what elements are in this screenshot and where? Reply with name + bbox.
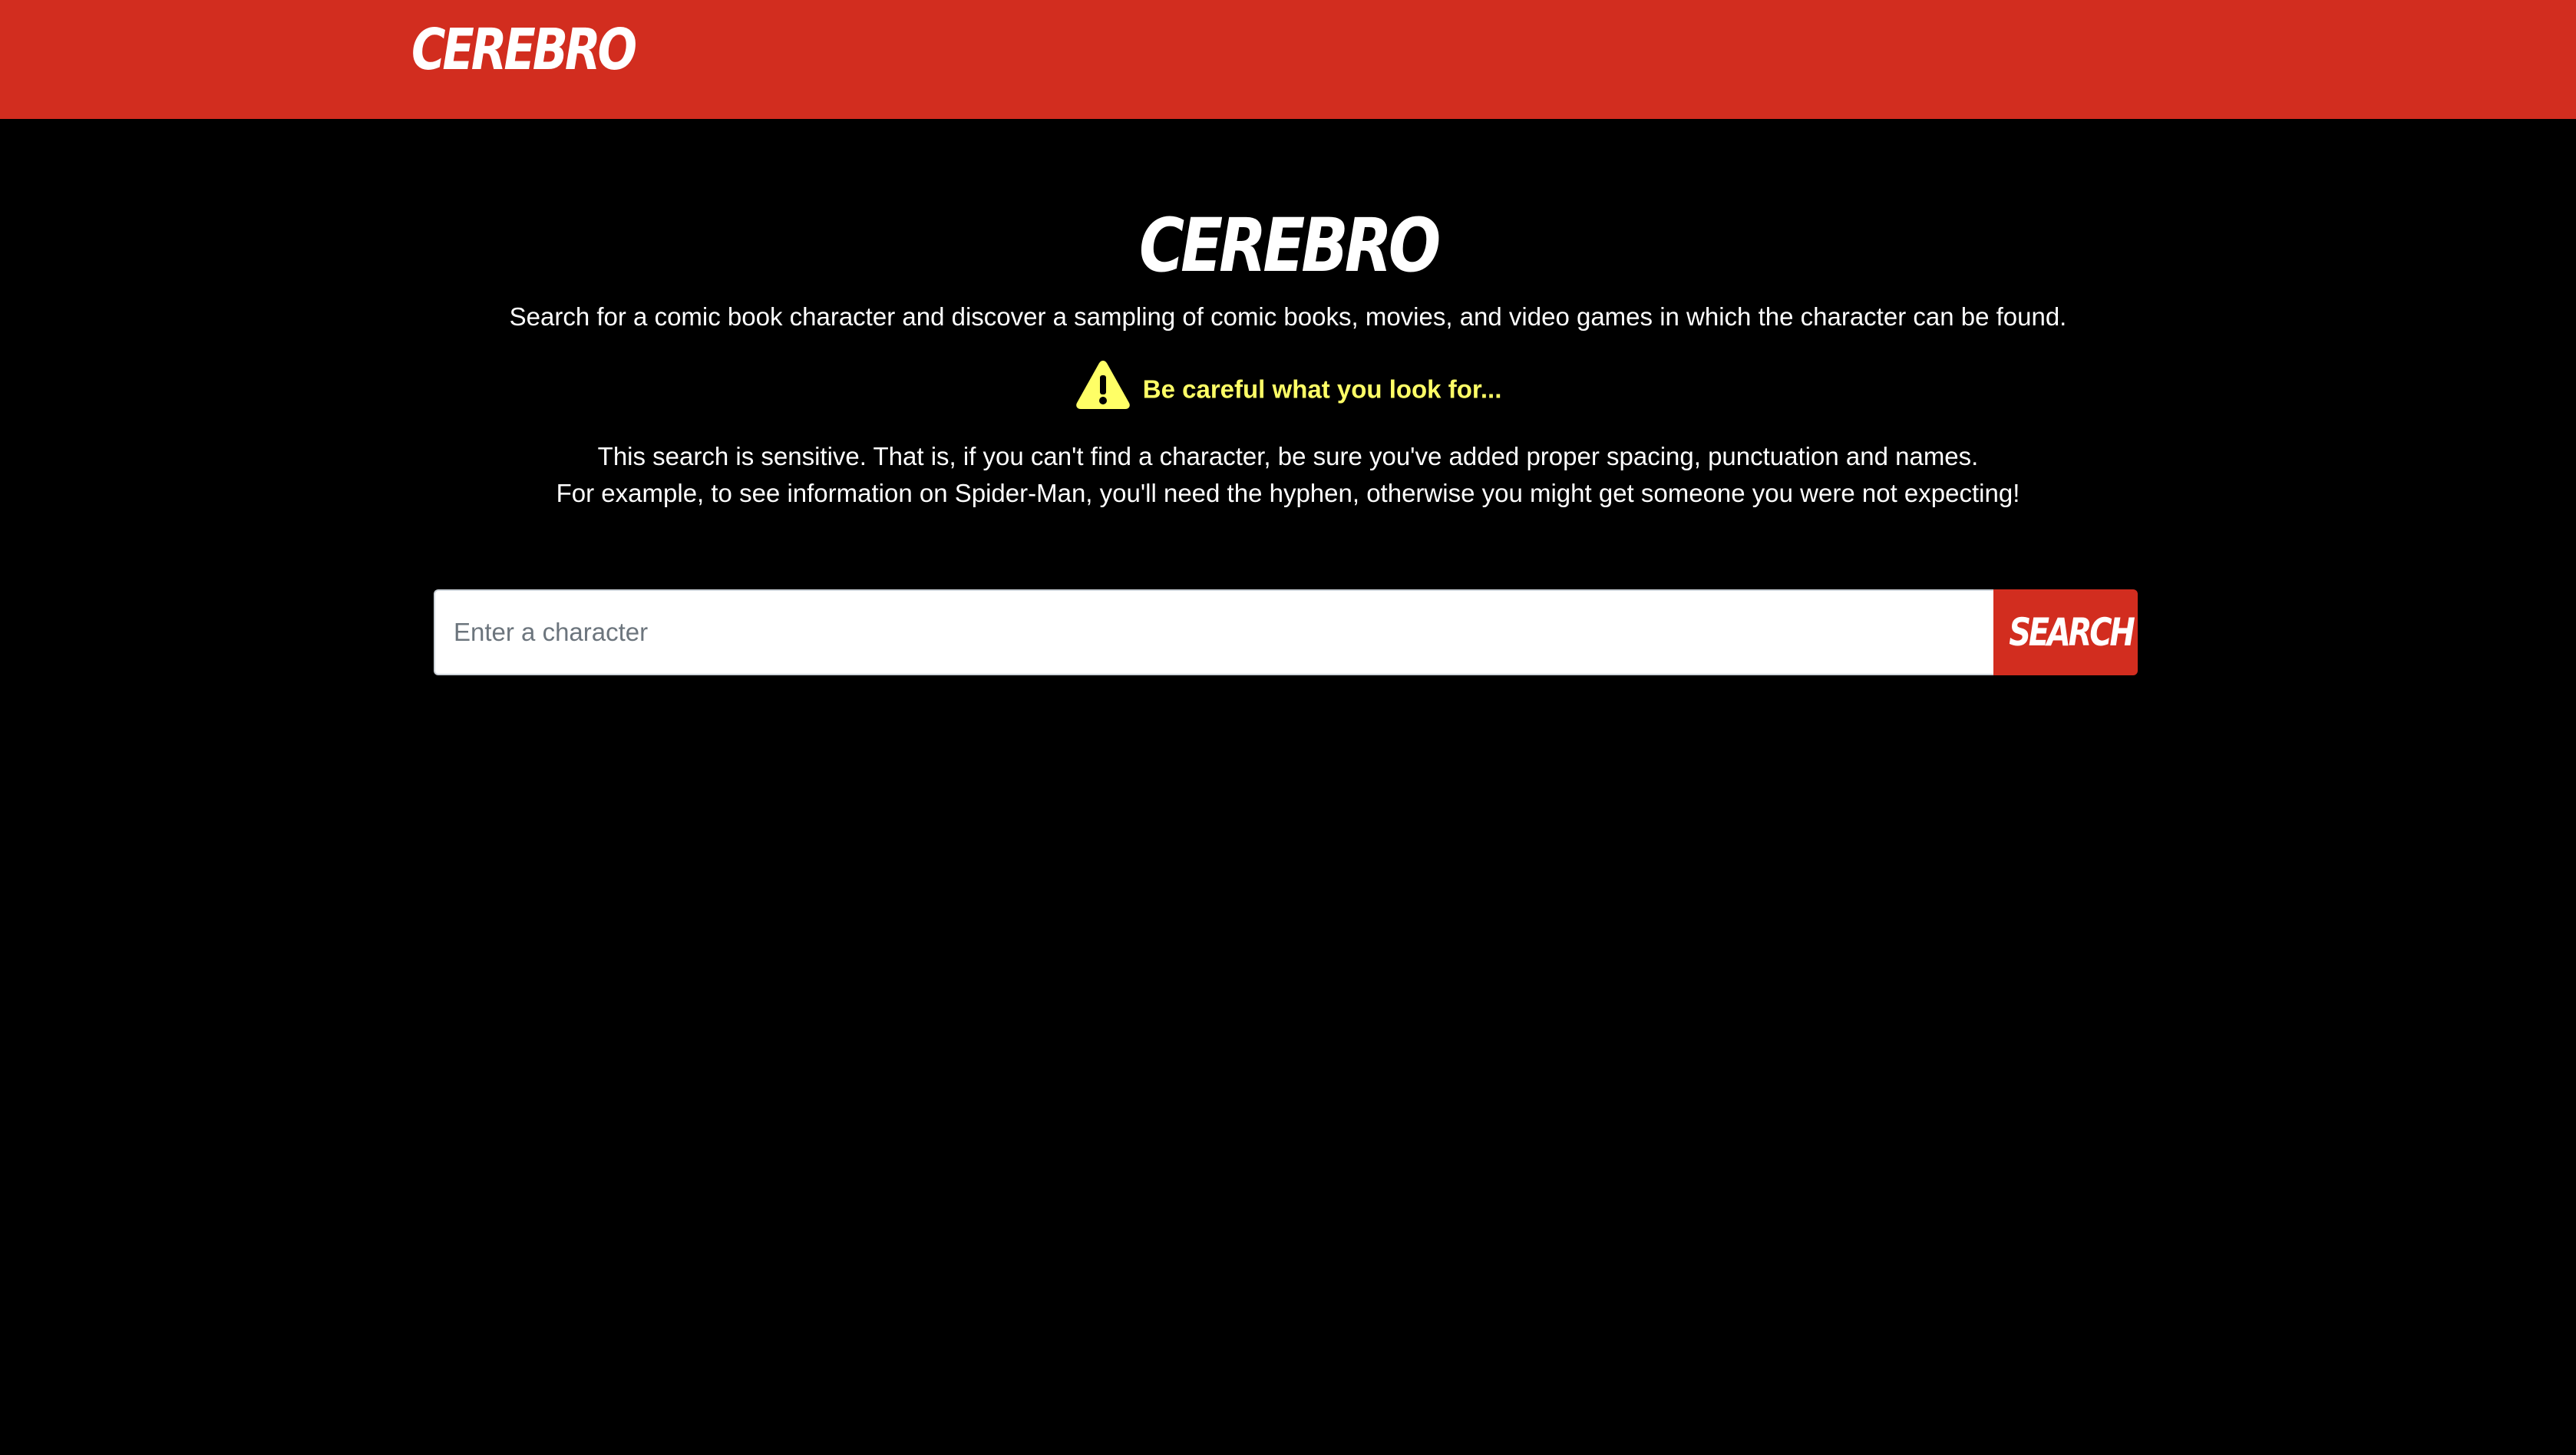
search-note-line-1: This search is sensitive. That is, if yo… bbox=[597, 442, 1979, 470]
search-note-line-2: For example, to see information on Spide… bbox=[556, 479, 2020, 507]
navbar-brand-logo[interactable]: CEREBRO bbox=[411, 15, 637, 84]
page-title-text: CEREBRO bbox=[1138, 203, 1441, 289]
warning-message: Be careful what you look for... bbox=[0, 359, 2576, 417]
search-form: SEARCH bbox=[434, 589, 2138, 675]
page-title: CEREBRO bbox=[0, 200, 2576, 292]
description-text: Search for a comic book character and di… bbox=[509, 302, 2067, 331]
search-button-label: SEARCH bbox=[2009, 610, 2135, 655]
main-content: CEREBRO Search for a comic book characte… bbox=[0, 119, 2576, 1455]
character-search-input[interactable] bbox=[434, 589, 1993, 675]
search-button[interactable]: SEARCH bbox=[1993, 589, 2138, 675]
search-note: This search is sensitive. That is, if yo… bbox=[0, 438, 2576, 512]
navbar: CEREBRO bbox=[0, 0, 2576, 119]
warning-triangle-icon bbox=[1075, 358, 1131, 411]
warning-text: Be careful what you look for... bbox=[1142, 374, 1502, 404]
